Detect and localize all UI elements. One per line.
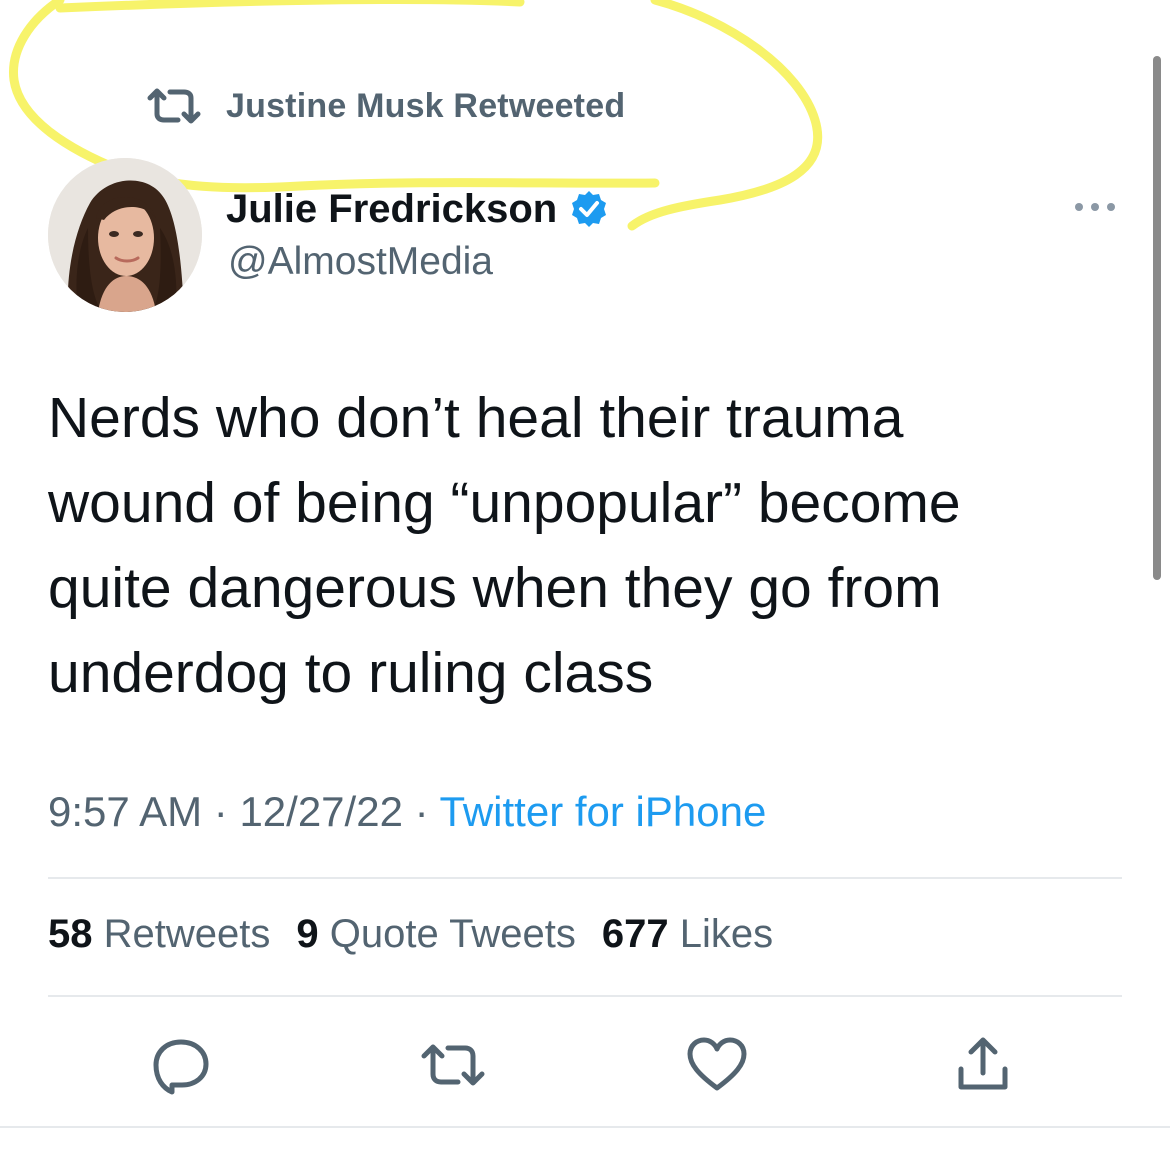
retweets-stat[interactable]: 58 Retweets (48, 912, 270, 957)
retweet-button[interactable] (418, 1030, 488, 1100)
quote-tweets-count: 9 (296, 912, 319, 956)
retweet-context-text: Justine Musk Retweeted (226, 86, 626, 125)
likes-count: 677 (601, 912, 669, 956)
quote-tweets-label: Quote Tweets (329, 912, 576, 956)
tweet-source-link[interactable]: Twitter for iPhone (440, 788, 767, 835)
reply-icon (153, 1039, 209, 1095)
divider (48, 877, 1122, 879)
tweet-time[interactable]: 9:57 AM (48, 788, 202, 835)
share-icon (958, 1037, 1008, 1090)
scrollbar[interactable] (1153, 56, 1161, 580)
retweet-icon (147, 88, 201, 124)
like-icon (687, 1037, 747, 1091)
divider (0, 1126, 1170, 1128)
retweets-count: 58 (48, 912, 93, 956)
more-options-icon[interactable] (1070, 192, 1120, 222)
author-name[interactable]: Julie Fredrickson (226, 187, 557, 232)
tweet-date[interactable]: 12/27/22 (239, 788, 403, 835)
retweets-label: Retweets (103, 912, 271, 956)
share-button[interactable] (948, 1030, 1018, 1100)
meta-separator: · (402, 788, 440, 835)
retweet-context[interactable]: Justine Musk Retweeted (146, 84, 625, 128)
meta-separator: · (202, 788, 240, 835)
retweet-icon (421, 1044, 485, 1086)
likes-stat[interactable]: 677 Likes (602, 912, 773, 957)
quote-tweets-stat[interactable]: 9 Quote Tweets (296, 912, 575, 957)
likes-label: Likes (679, 912, 774, 956)
verified-badge-icon (572, 191, 607, 227)
author-name-row[interactable]: Julie Fredrickson (226, 184, 609, 234)
tweet-text: Nerds who don’t heal their trauma wound … (48, 386, 961, 705)
tweet-meta: 9:57 AM · 12/27/22 · Twitter for iPhone (48, 788, 766, 836)
tweet-stats: 58 Retweets 9 Quote Tweets 677 Likes (48, 912, 799, 957)
tweet-action-bar (0, 1030, 1170, 1100)
avatar-photo (48, 158, 202, 312)
like-button[interactable] (682, 1030, 752, 1100)
avatar[interactable] (48, 158, 202, 312)
reply-button[interactable] (146, 1030, 216, 1100)
author-handle[interactable]: @AlmostMedia (228, 240, 493, 284)
divider (48, 995, 1122, 997)
